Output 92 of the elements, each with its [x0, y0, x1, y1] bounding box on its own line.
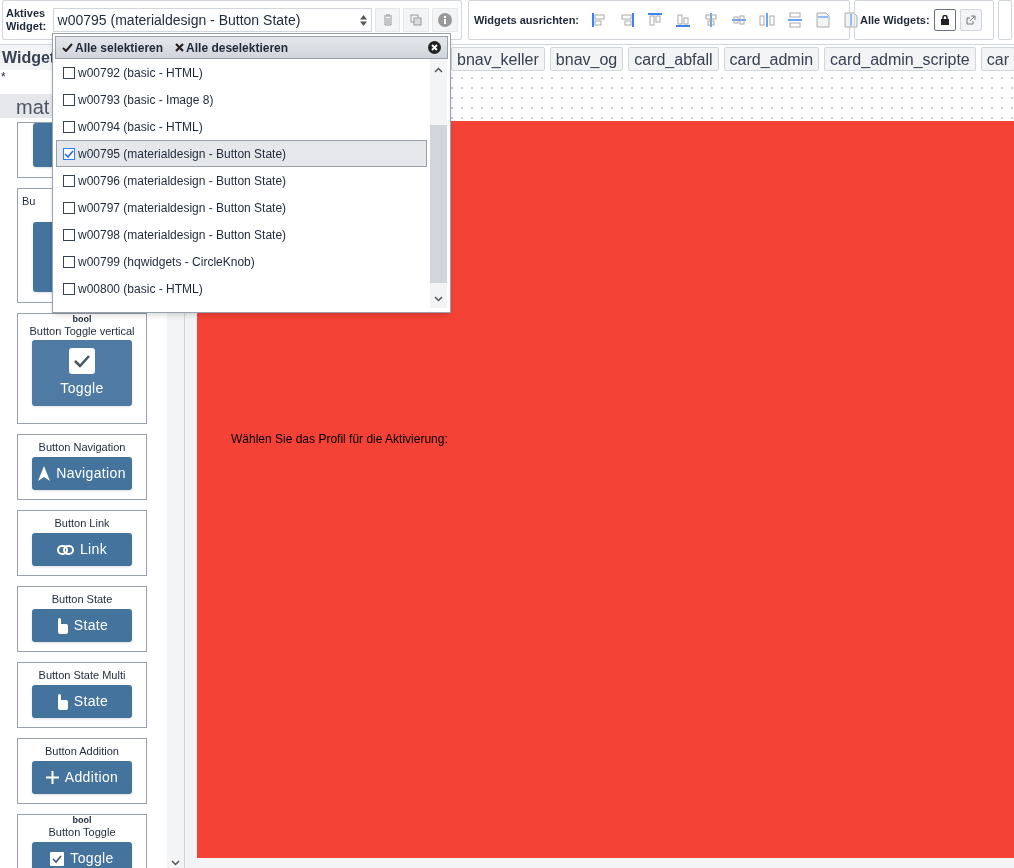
widget-card[interactable]: Button Addition Addition [17, 738, 147, 804]
active-widget-label: Aktives Widget: [6, 7, 48, 33]
trash-icon [382, 14, 393, 26]
checkbox[interactable] [63, 255, 75, 268]
widget-button-preview: State [32, 609, 132, 642]
widget-list-item[interactable]: w00792 (basic - HTML) [56, 59, 427, 86]
widget-card[interactable]: Button Navigation Navigation [17, 434, 147, 500]
widget-card-title: Button State [51, 592, 113, 606]
select-all-button[interactable]: Alle selektieren [62, 38, 164, 57]
checkbox[interactable] [63, 201, 75, 214]
view-tab[interactable]: bnav_og [549, 47, 624, 71]
widget-card-title: Button Addition [45, 744, 119, 758]
widget-card-title: Bu [22, 194, 36, 208]
checkbox[interactable] [63, 282, 75, 295]
dropdown-scrollbar[interactable] [430, 59, 447, 308]
checkbox[interactable] [63, 120, 75, 133]
widget-button-preview: Link [32, 533, 132, 566]
page-width-icon[interactable] [815, 12, 832, 28]
widget-list-item[interactable]: w00795 (materialdesign - Button State) [56, 140, 427, 167]
align-label: Widgets ausrichten: [474, 12, 580, 28]
checkbox-icon [69, 347, 95, 374]
widget-card[interactable]: Button State State [17, 586, 147, 652]
widget-list-item[interactable]: w00794 (basic - HTML) [56, 113, 427, 140]
scroll-down-icon[interactable] [434, 296, 443, 302]
scroll-up-icon[interactable] [434, 67, 443, 73]
widget-list-item[interactable]: w00799 (hqwidgets - CircleKnob) [56, 248, 427, 275]
checkbox[interactable] [63, 228, 75, 241]
align-top-icon[interactable] [647, 12, 664, 28]
info-icon [438, 13, 453, 27]
widget-card-title: Button State Multi [38, 668, 126, 682]
all-widgets-label: Alle Widgets: [860, 12, 930, 28]
align-center-horizontal-icon[interactable] [731, 12, 748, 28]
filter-field[interactable]: * [1, 71, 6, 83]
scroll-down-icon[interactable] [171, 860, 181, 866]
checkbox-icon [50, 851, 65, 866]
cross-icon [175, 43, 185, 52]
active-widget-select[interactable]: w00795 (materialdesign - Button State) [52, 8, 372, 32]
widget-button-preview: Toggle [32, 340, 132, 406]
link-icon [56, 544, 74, 555]
updown-icon [359, 14, 367, 26]
check-icon [62, 43, 73, 52]
copy-button[interactable] [403, 8, 430, 32]
info-button[interactable] [432, 8, 458, 32]
view-tab[interactable]: bnav_keller [451, 47, 545, 71]
widget-card-title: Button Toggle [48, 825, 116, 839]
widget-button-preview: State [32, 685, 132, 718]
distribute-vertical-icon[interactable] [787, 12, 804, 28]
checkbox[interactable] [63, 66, 75, 79]
category-header[interactable]: mat [16, 96, 50, 118]
view-tab[interactable]: card_admin_scripte [824, 47, 976, 71]
widget-button-preview: Navigation [32, 457, 132, 490]
widget-card[interactable]: bool Button Toggle Toggle [17, 814, 147, 868]
widget-card-title: Button Link [54, 516, 110, 530]
widget-type-label: bool [72, 314, 92, 324]
widget-card-title: Button Toggle vertical [29, 324, 135, 338]
view-tab[interactable]: card_abfall [628, 47, 719, 71]
widget-list-item[interactable]: w00797 (materialdesign - Button State) [56, 194, 427, 221]
widget-list-item[interactable]: w00793 (basic - Image 8) [56, 86, 427, 113]
distribute-horizontal-icon[interactable] [759, 12, 776, 28]
widget-card[interactable]: Button Link Link [17, 510, 147, 576]
lock-button[interactable] [933, 9, 956, 31]
align-right-icon[interactable] [619, 12, 636, 28]
page-height-icon[interactable] [843, 12, 860, 28]
checkbox[interactable] [63, 147, 75, 160]
widget-list-item[interactable]: w00798 (materialdesign - Button State) [56, 221, 427, 248]
hand-pointer-icon [55, 617, 68, 634]
checkbox[interactable] [63, 93, 75, 106]
view-tab[interactable]: car [980, 47, 1014, 71]
widget-list-item[interactable]: w00800 (basic - HTML) [56, 275, 427, 302]
toolbar-group [998, 0, 1012, 40]
hand-pointer-icon [55, 693, 68, 710]
widget-button-preview: Addition [32, 761, 132, 794]
deselect-all-button[interactable]: Alle deselektieren [175, 38, 289, 57]
external-link-icon [965, 15, 976, 25]
lock-icon [940, 15, 949, 25]
widget-type-label: bool [72, 815, 92, 825]
align-left-icon[interactable] [591, 12, 608, 28]
plus-icon [45, 771, 59, 784]
close-icon[interactable] [428, 41, 441, 54]
widget-card-title: Button Navigation [38, 440, 126, 454]
widget-button-preview: Toggle [32, 842, 132, 868]
align-center-vertical-icon[interactable] [703, 12, 720, 28]
align-bottom-icon[interactable] [675, 12, 692, 28]
widget-card[interactable]: bool Button Toggle vertical Toggle [17, 313, 147, 424]
navigation-arrow-icon [38, 466, 51, 481]
copy-icon [410, 14, 423, 26]
scrollbar-thumb[interactable] [430, 125, 447, 283]
widget-list-item[interactable]: w00796 (materialdesign - Button State) [56, 167, 427, 194]
canvas-text: Wählen Sie das Profil für die Aktivierung: [231, 431, 448, 448]
widget-card[interactable]: Button State Multi State [17, 662, 147, 728]
checkbox[interactable] [63, 174, 75, 187]
view-tab[interactable]: card_admin [723, 47, 820, 71]
